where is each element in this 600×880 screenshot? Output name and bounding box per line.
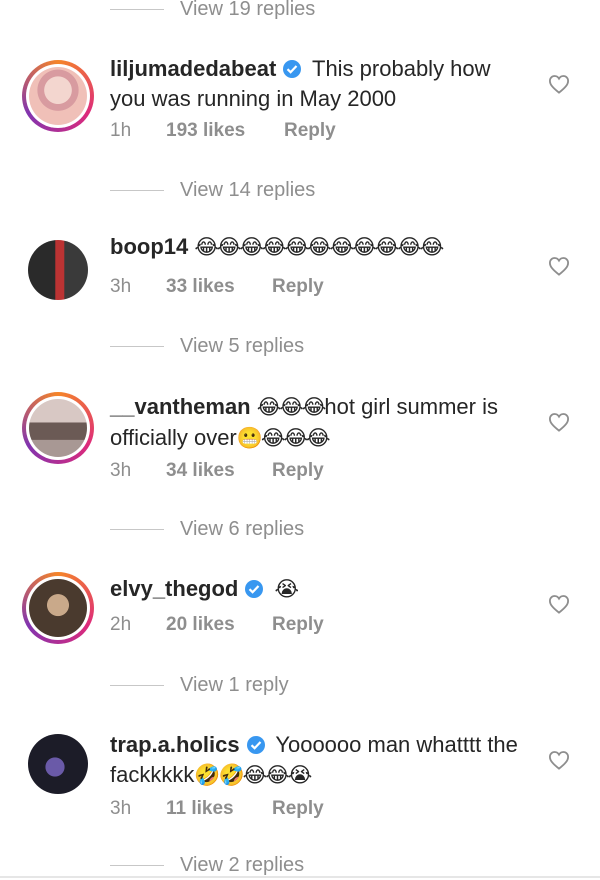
timestamp: 3h — [110, 798, 132, 819]
comment-text: trap.a.holics Yoooooo man whatttt the fa… — [110, 730, 530, 791]
heart-outline-icon[interactable] — [548, 256, 570, 276]
avatar — [29, 67, 87, 125]
comment-emojis: 😂😂😂😂😂😂😂😂😂😂😂 — [194, 236, 444, 259]
comment-meta: 2h 20 likes Reply — [110, 614, 324, 636]
reply-button[interactable]: Reply — [272, 460, 324, 482]
divider-line — [110, 8, 164, 10]
view-replies-link[interactable]: View 14 replies — [110, 175, 315, 205]
avatar-frame[interactable] — [22, 728, 94, 800]
avatar — [28, 734, 88, 794]
likes-count[interactable]: 33 likes — [166, 276, 272, 298]
likes-count[interactable]: 34 likes — [166, 460, 272, 482]
comment-text: __vantheman 😂😂😂hot girl summer is offici… — [110, 392, 530, 454]
timestamp: 1h — [110, 120, 132, 141]
view-replies-label: View 14 replies — [180, 178, 316, 201]
avatar — [29, 399, 87, 457]
view-replies-link[interactable]: View 1 reply — [110, 670, 289, 700]
view-replies-link[interactable]: View 5 replies — [110, 331, 304, 361]
comment-meta: 3h 34 likes Reply — [110, 460, 324, 482]
divider-line — [110, 528, 164, 530]
timestamp: 3h — [110, 460, 132, 481]
reply-button[interactable]: Reply — [272, 614, 324, 636]
divider-line — [110, 864, 164, 866]
timestamp: 3h — [110, 276, 132, 297]
view-replies-label: View 19 replies — [180, 0, 316, 20]
likes-count[interactable]: 20 likes — [166, 614, 272, 636]
divider-line — [110, 684, 164, 686]
verified-badge-icon — [245, 580, 264, 598]
likes-count[interactable]: 11 likes — [166, 798, 272, 820]
heart-outline-icon[interactable] — [548, 74, 570, 94]
likes-count[interactable]: 193 likes — [166, 120, 284, 142]
comment-meta: 1h 193 likes Reply — [110, 120, 336, 142]
divider-line — [110, 345, 164, 347]
avatar-frame[interactable] — [22, 234, 94, 306]
view-replies-label: View 6 replies — [180, 517, 305, 540]
heart-outline-icon[interactable] — [548, 594, 570, 614]
reply-button[interactable]: Reply — [284, 120, 336, 142]
reply-button[interactable]: Reply — [272, 798, 324, 820]
verified-badge-icon — [283, 60, 302, 78]
view-replies-label: View 2 replies — [180, 853, 305, 876]
username[interactable]: liljumadedabeat — [110, 56, 276, 81]
comment-meta: 3h 33 likes Reply — [110, 276, 324, 298]
comment-emojis: 😭 — [274, 578, 300, 601]
avatar — [29, 579, 87, 637]
story-ring[interactable] — [22, 392, 94, 464]
comment-emojis: 😬😂😂😂 — [236, 427, 331, 450]
timestamp: 2h — [110, 614, 132, 635]
username[interactable]: trap.a.holics — [110, 732, 240, 757]
story-ring[interactable] — [22, 60, 94, 132]
comment-text: boop14 😂😂😂😂😂😂😂😂😂😂😂 — [110, 232, 530, 263]
comment-text: elvy_thegod 😭 — [110, 574, 530, 605]
view-replies-label: View 5 replies — [180, 334, 305, 357]
comment-emojis: 🤣🤣😂😂😭 — [194, 764, 312, 787]
comment-text: liljumadedabeat This probably how you wa… — [110, 54, 530, 114]
bottom-divider — [0, 876, 600, 878]
username[interactable]: __vantheman — [110, 394, 251, 419]
username[interactable]: elvy_thegod — [110, 576, 238, 601]
view-replies-link[interactable]: View 6 replies — [110, 514, 304, 544]
verified-badge-icon — [246, 736, 265, 754]
divider-line — [110, 189, 164, 191]
comment-meta: 3h 11 likes Reply — [110, 798, 324, 820]
avatar — [28, 240, 88, 300]
story-ring[interactable] — [22, 572, 94, 644]
view-replies-link[interactable]: View 19 replies — [110, 0, 315, 24]
heart-outline-icon[interactable] — [548, 750, 570, 770]
username[interactable]: boop14 — [110, 234, 188, 259]
comment-emojis: 😂😂😂 — [256, 396, 327, 419]
reply-button[interactable]: Reply — [272, 276, 324, 298]
view-replies-label: View 1 reply — [180, 673, 289, 696]
heart-outline-icon[interactable] — [548, 412, 570, 432]
